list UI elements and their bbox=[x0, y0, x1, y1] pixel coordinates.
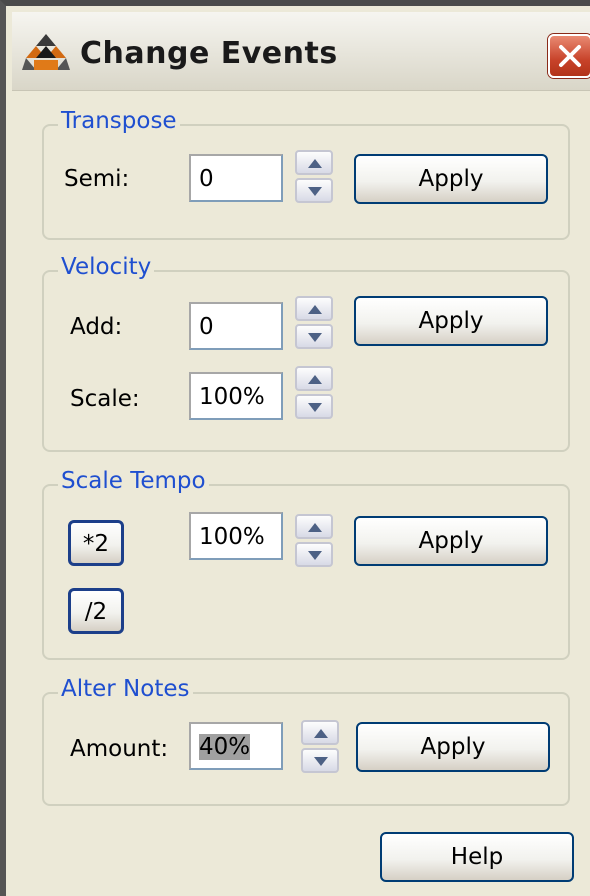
add-spinner[interactable] bbox=[295, 296, 333, 350]
transpose-group-label: Transpose bbox=[58, 108, 180, 134]
tempo-up-button[interactable] bbox=[295, 514, 333, 539]
amount-selected-text: 40% bbox=[199, 734, 251, 760]
scale-tempo-group: Scale Tempo bbox=[42, 468, 570, 660]
arrow-down-icon bbox=[308, 403, 322, 412]
arrow-down-icon bbox=[308, 187, 322, 196]
scale-down-button[interactable] bbox=[295, 394, 333, 419]
help-button[interactable]: Help bbox=[380, 832, 574, 882]
close-x-icon bbox=[559, 45, 581, 67]
scale-input[interactable]: 100% bbox=[189, 372, 283, 420]
arrow-up-icon bbox=[308, 375, 322, 384]
arrow-down-icon bbox=[314, 757, 328, 766]
double-tempo-button[interactable]: *2 bbox=[68, 520, 124, 566]
arrow-up-icon bbox=[314, 729, 328, 738]
amount-down-button[interactable] bbox=[301, 748, 339, 773]
scale-spinner[interactable] bbox=[295, 366, 333, 420]
amount-input[interactable]: 40% bbox=[189, 722, 283, 770]
amount-spinner[interactable] bbox=[301, 720, 339, 774]
half-tempo-button[interactable]: /2 bbox=[68, 588, 124, 634]
velocity-apply-button[interactable]: Apply bbox=[354, 296, 548, 346]
title-bar[interactable]: Change Events bbox=[12, 12, 590, 91]
alter-notes-apply-button[interactable]: Apply bbox=[356, 722, 550, 772]
add-up-button[interactable] bbox=[295, 296, 333, 321]
alter-notes-group-label: Alter Notes bbox=[58, 676, 193, 702]
window-title: Change Events bbox=[80, 36, 338, 71]
semi-input[interactable]: 0 bbox=[189, 154, 283, 202]
reason-logo-icon bbox=[22, 32, 70, 72]
scale-up-button[interactable] bbox=[295, 366, 333, 391]
velocity-group-label: Velocity bbox=[58, 254, 155, 280]
tempo-spinner[interactable] bbox=[295, 514, 333, 568]
close-button[interactable] bbox=[548, 34, 590, 78]
amount-label: Amount: bbox=[70, 736, 169, 762]
arrow-up-icon bbox=[308, 305, 322, 314]
semi-up-button[interactable] bbox=[295, 150, 333, 175]
semi-down-button[interactable] bbox=[295, 178, 333, 203]
add-down-button[interactable] bbox=[295, 324, 333, 349]
add-input[interactable]: 0 bbox=[189, 302, 283, 350]
tempo-scale-input[interactable]: 100% bbox=[189, 512, 283, 560]
scale-tempo-group-label: Scale Tempo bbox=[58, 468, 209, 494]
semi-spinner[interactable] bbox=[295, 150, 333, 204]
tempo-down-button[interactable] bbox=[295, 542, 333, 567]
semi-label: Semi: bbox=[64, 166, 130, 192]
add-label: Add: bbox=[70, 314, 123, 340]
transpose-apply-button[interactable]: Apply bbox=[354, 154, 548, 204]
scale-label: Scale: bbox=[70, 386, 140, 412]
arrow-down-icon bbox=[308, 551, 322, 560]
arrow-up-icon bbox=[308, 159, 322, 168]
change-events-dialog: Change Events Transpose Semi: 0 Apply Ve… bbox=[0, 0, 590, 896]
scale-tempo-apply-button[interactable]: Apply bbox=[354, 516, 548, 566]
arrow-down-icon bbox=[308, 333, 322, 342]
arrow-up-icon bbox=[308, 523, 322, 532]
amount-up-button[interactable] bbox=[301, 720, 339, 745]
